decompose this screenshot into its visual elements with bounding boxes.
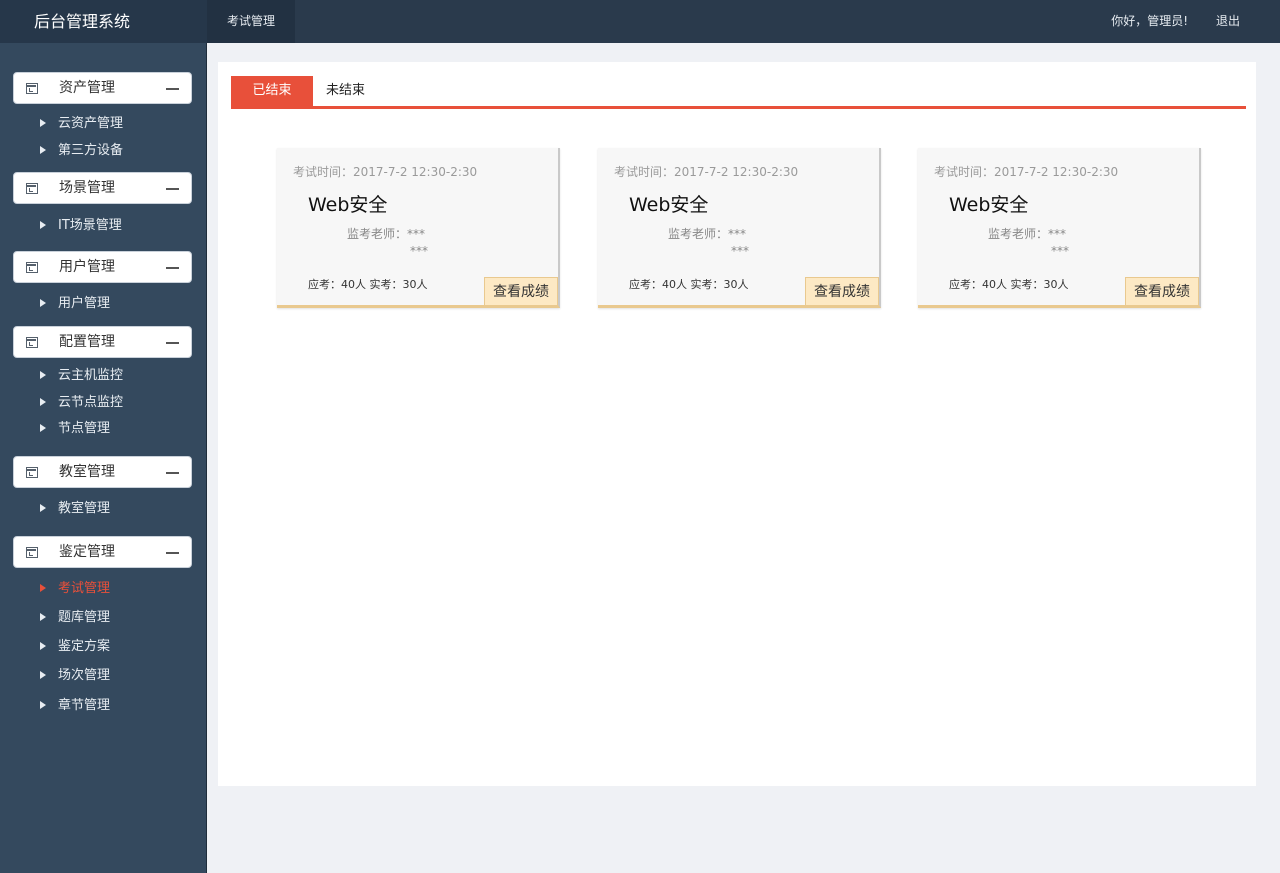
status-tabs: 已结束 未结束: [231, 76, 1246, 109]
sidebar-group-users[interactable]: 用户管理: [13, 251, 192, 283]
sidebar-group-classroom[interactable]: 教室管理: [13, 456, 192, 488]
window-icon: [26, 83, 38, 94]
view-scores-button[interactable]: 查看成绩: [1125, 277, 1199, 305]
sidebar-item-exam-management[interactable]: 考试管理: [40, 579, 110, 599]
exam-proctor-secondary: ***: [410, 244, 428, 258]
sidebar: 资产管理 云资产管理 第三方设备 场景管理 IT场景管理 用户管理 用户管理 配…: [0, 43, 207, 873]
sidebar-item-cloud-host-monitor[interactable]: 云主机监控: [40, 366, 123, 386]
window-icon: [26, 183, 38, 194]
sidebar-group-label: 教室管理: [59, 464, 115, 480]
collapse-icon[interactable]: [166, 472, 179, 474]
triangle-right-icon: [40, 146, 46, 154]
triangle-right-icon: [40, 504, 46, 512]
tab-finished[interactable]: 已结束: [231, 76, 313, 106]
triangle-right-icon: [40, 119, 46, 127]
exam-time: 考试时间：2017-7-2 12:30-2:30: [293, 165, 478, 179]
sidebar-item-session-management[interactable]: 场次管理: [40, 666, 110, 686]
exam-card: 考试时间：2017-7-2 12:30-2:30 Web安全 监考老师：*** …: [918, 148, 1201, 308]
sidebar-group-scenes[interactable]: 场景管理: [13, 172, 192, 204]
sidebar-group-label: 鉴定管理: [59, 544, 115, 560]
exam-card: 考试时间：2017-7-2 12:30-2:30 Web安全 监考老师：*** …: [277, 148, 560, 308]
exam-proctor: 监考老师：***: [347, 227, 426, 241]
sidebar-item-it-scenes[interactable]: IT场景管理: [40, 216, 122, 236]
sidebar-item-assessment-plan[interactable]: 鉴定方案: [40, 637, 110, 657]
collapse-icon[interactable]: [166, 188, 179, 190]
top-tab-exam-management[interactable]: 考试管理: [207, 0, 295, 43]
tab-unfinished[interactable]: 未结束: [326, 76, 365, 106]
exam-time: 考试时间：2017-7-2 12:30-2:30: [614, 165, 799, 179]
exam-time: 考试时间：2017-7-2 12:30-2:30: [934, 165, 1119, 179]
logout-link[interactable]: 退出: [1216, 0, 1240, 43]
collapse-icon[interactable]: [166, 267, 179, 269]
sidebar-group-label: 用户管理: [59, 259, 115, 275]
collapse-icon[interactable]: [166, 342, 179, 344]
sidebar-group-assessment[interactable]: 鉴定管理: [13, 536, 192, 568]
triangle-right-icon: [40, 424, 46, 432]
user-greeting: 你好，管理员!: [1111, 14, 1188, 28]
sidebar-group-label: 场景管理: [59, 180, 115, 196]
triangle-right-icon: [40, 221, 46, 229]
triangle-right-icon: [40, 701, 46, 709]
sidebar-group-label: 配置管理: [59, 334, 115, 350]
exam-title: Web安全: [308, 194, 388, 216]
main-panel: 已结束 未结束 考试时间：2017-7-2 12:30-2:30 Web安全 监…: [218, 62, 1256, 786]
sidebar-group-config[interactable]: 配置管理: [13, 326, 192, 358]
exam-card: 考试时间：2017-7-2 12:30-2:30 Web安全 监考老师：*** …: [598, 148, 881, 308]
top-bar: 后台管理系统 考试管理 你好，管理员! 退出: [0, 0, 1280, 43]
collapse-icon[interactable]: [166, 88, 179, 90]
exam-proctor-secondary: ***: [731, 244, 749, 258]
exam-attendance: 应考：40人 实考：30人: [949, 278, 1069, 291]
triangle-right-icon: [40, 671, 46, 679]
sidebar-item-users[interactable]: 用户管理: [40, 294, 110, 314]
sidebar-item-cloud-node-monitor[interactable]: 云节点监控: [40, 393, 123, 413]
exam-proctor: 监考老师：***: [988, 227, 1067, 241]
triangle-right-icon: [40, 613, 46, 621]
sidebar-group-label: 资产管理: [59, 80, 115, 96]
sidebar-item-question-bank[interactable]: 题库管理: [40, 608, 110, 628]
window-icon: [26, 337, 38, 348]
exam-proctor: 监考老师：***: [668, 227, 747, 241]
sidebar-item-node-management[interactable]: 节点管理: [40, 419, 110, 439]
triangle-right-icon: [40, 299, 46, 307]
exam-attendance: 应考：40人 实考：30人: [629, 278, 749, 291]
triangle-right-icon: [40, 371, 46, 379]
app-title: 后台管理系统: [0, 0, 207, 43]
window-icon: [26, 467, 38, 478]
triangle-right-icon: [40, 642, 46, 650]
exam-proctor-secondary: ***: [1051, 244, 1069, 258]
sidebar-item-classroom[interactable]: 教室管理: [40, 499, 110, 519]
window-icon: [26, 262, 38, 273]
sidebar-group-assets[interactable]: 资产管理: [13, 72, 192, 104]
triangle-right-icon: [40, 584, 46, 592]
triangle-right-icon: [40, 398, 46, 406]
view-scores-button[interactable]: 查看成绩: [805, 277, 879, 305]
exam-title: Web安全: [949, 194, 1029, 216]
window-icon: [26, 547, 38, 558]
sidebar-item-chapter-management[interactable]: 章节管理: [40, 696, 110, 716]
exam-title: Web安全: [629, 194, 709, 216]
collapse-icon[interactable]: [166, 552, 179, 554]
sidebar-item-cloud-assets[interactable]: 云资产管理: [40, 114, 123, 134]
view-scores-button[interactable]: 查看成绩: [484, 277, 558, 305]
sidebar-item-third-party[interactable]: 第三方设备: [40, 141, 123, 161]
exam-attendance: 应考：40人 实考：30人: [308, 278, 428, 291]
